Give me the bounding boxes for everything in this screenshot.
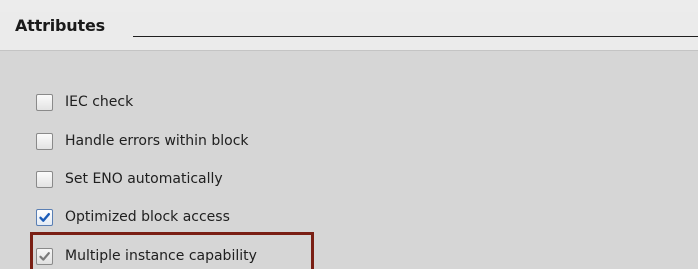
- checkmark-icon: [39, 212, 50, 222]
- optimized-access-label: Optimized block access: [65, 209, 230, 225]
- iec-check-checkbox[interactable]: [36, 93, 53, 111]
- highlight-frame: [30, 232, 314, 269]
- handle-errors-checkbox[interactable]: [36, 132, 53, 150]
- set-eno-checkbox[interactable]: [36, 170, 53, 188]
- set-eno-option[interactable]: Set ENO automatically: [36, 168, 223, 190]
- optimized-access-checkbox[interactable]: [36, 208, 53, 226]
- section-title: Attributes: [15, 16, 105, 35]
- set-eno-label: Set ENO automatically: [65, 171, 223, 187]
- handle-errors-option[interactable]: Handle errors within block: [36, 130, 249, 152]
- top-strip: [0, 0, 698, 12]
- section-divider: [133, 36, 698, 37]
- handle-errors-label: Handle errors within block: [65, 133, 249, 149]
- iec-check-option[interactable]: IEC check: [36, 91, 133, 113]
- optimized-access-option[interactable]: Optimized block access: [36, 206, 230, 228]
- iec-check-label: IEC check: [65, 94, 134, 110]
- attributes-section-header: Attributes: [0, 12, 698, 50]
